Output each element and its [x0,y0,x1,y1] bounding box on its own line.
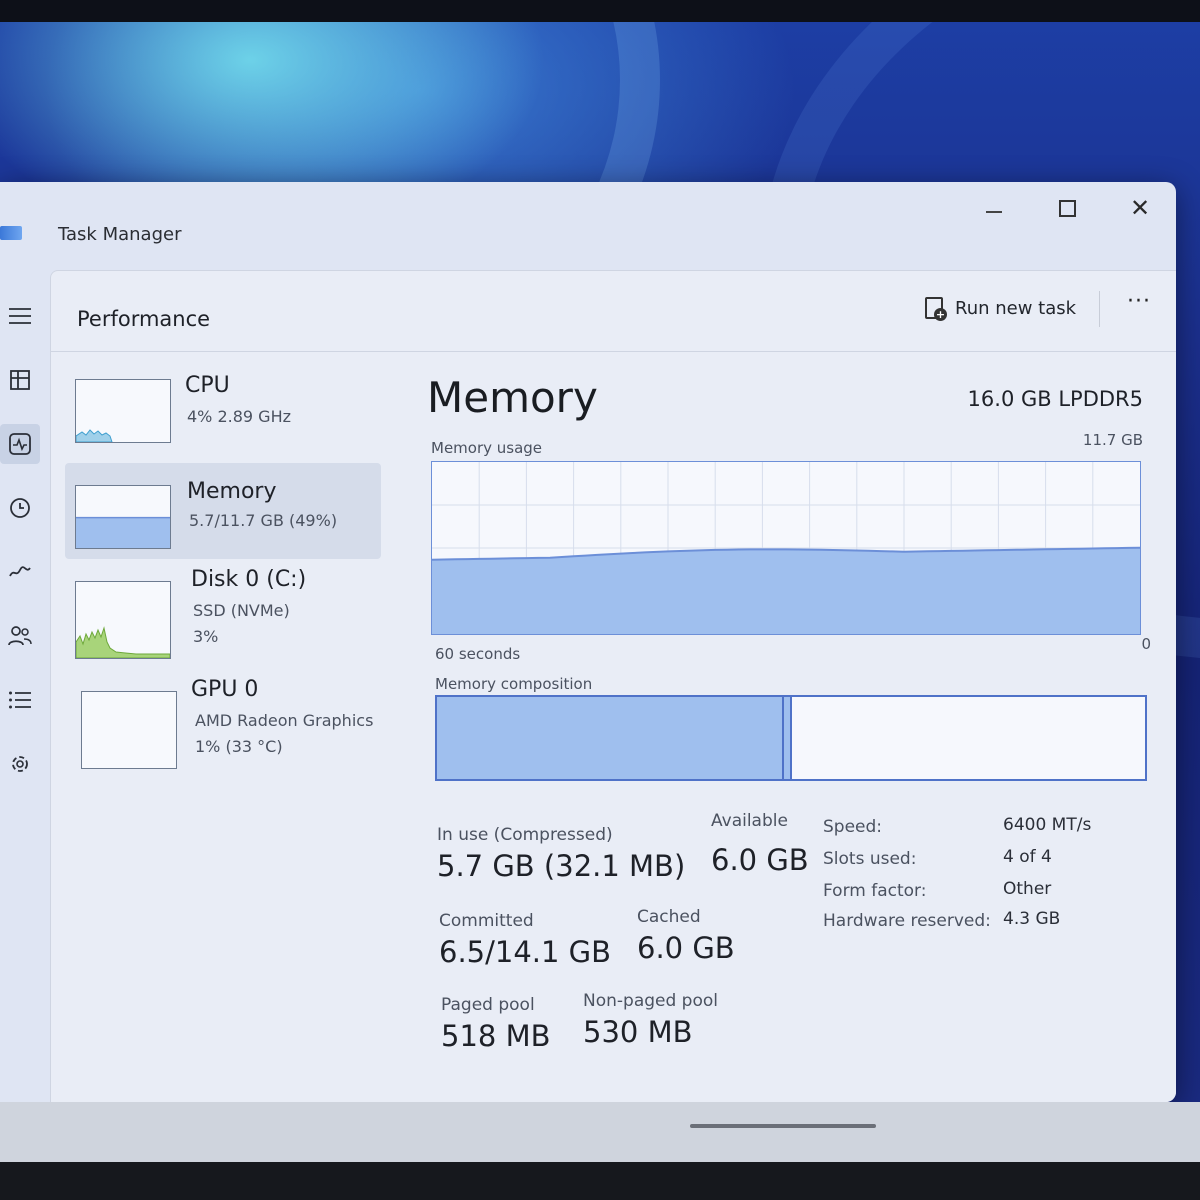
gpu-thumbnail-graph [81,691,177,769]
performance-icon[interactable] [0,424,40,464]
hardware-reserved-value: 4.3 GB [1003,909,1061,929]
run-new-task-button[interactable]: + Run new task [923,291,1076,325]
users-icon[interactable] [0,616,40,656]
task-manager-window: Task Manager ✕ Performance + Run new tas… [0,182,1176,1102]
paged-pool-value: 518 MB [441,1019,551,1053]
screen-bezel-top [0,0,1200,22]
form-factor-value: Other [1003,879,1052,899]
memory-composition-label: Memory composition [435,675,593,693]
available-label: Available [711,811,788,831]
run-new-task-icon: + [923,297,947,321]
startup-apps-icon[interactable] [0,552,40,592]
device-name: Disk 0 (C:) [191,567,307,592]
cpu-thumbnail-graph [75,379,171,443]
slots-used-value: 4 of 4 [1003,847,1052,867]
device-stat: 5.7/11.7 GB (49%) [189,511,338,530]
memory-spec: 16.0 GB LPDDR5 [967,387,1143,411]
committed-label: Committed [439,911,534,931]
task-manager-app-icon [0,226,22,240]
services-icon[interactable] [0,744,40,784]
device-gpu[interactable]: GPU 0 AMD Radeon Graphics 1% (33 °C) [65,677,381,777]
device-stat: 3% [193,627,219,646]
navigation-rail [0,270,50,1102]
app-history-icon[interactable] [0,488,40,528]
speed-label: Speed: [823,817,883,837]
available-value: 6.0 GB [711,843,809,877]
minimize-icon [986,211,1002,213]
device-stat: 4% 2.89 GHz [187,407,292,426]
non-paged-pool-label: Non-paged pool [583,991,718,1011]
memory-usage-max: 11.7 GB [1082,431,1143,449]
device-stat: SSD (NVMe) [193,601,290,620]
slots-used-label: Slots used: [823,849,917,869]
screen-bezel-bottom [0,1162,1200,1200]
maximize-icon [1058,199,1076,217]
time-range-label: 60 seconds [435,645,521,663]
memory-composition-bar [435,695,1147,781]
committed-value: 6.5/14.1 GB [439,935,612,969]
memory-title: Memory [427,373,598,422]
memory-usage-label: Memory usage [431,439,543,457]
paged-pool-label: Paged pool [441,995,535,1015]
form-factor-label: Form factor: [823,881,927,901]
device-name: GPU 0 [191,677,259,702]
header-divider [1099,291,1100,327]
in-use-segment [437,697,784,779]
hamburger-menu-icon[interactable] [0,296,40,336]
in-use-label: In use (Compressed) [437,825,613,845]
cached-value: 6.0 GB [637,931,735,965]
device-name: Memory [187,479,277,504]
non-paged-pool-value: 530 MB [583,1015,693,1049]
speed-value: 6400 MT/s [1003,815,1092,835]
device-stat: AMD Radeon Graphics [195,711,374,730]
run-new-task-label: Run new task [955,297,1077,319]
device-name: CPU [185,373,230,398]
modified-segment [783,697,792,779]
device-memory[interactable]: Memory 5.7/11.7 GB (49%) [65,463,381,559]
page-header: Performance + Run new task ··· [51,271,1176,352]
window-title: Task Manager [58,224,182,245]
device-stat: 1% (33 °C) [195,737,283,756]
details-icon[interactable] [0,680,40,720]
title-bar: Task Manager ✕ [0,182,1176,270]
disk-thumbnail-graph [75,581,171,659]
memory-thumbnail-graph [75,485,171,549]
close-icon: ✕ [1129,194,1151,222]
performance-panel: Performance + Run new task ··· CPU 4% 2.… [50,270,1176,1102]
cached-label: Cached [637,907,701,927]
minimize-button[interactable] [970,188,1018,228]
memory-usage-graph [431,461,1141,635]
in-use-value: 5.7 GB (32.1 MB) [437,849,686,883]
page-title: Performance [77,307,211,331]
more-options-button[interactable]: ··· [1119,289,1159,323]
device-disk[interactable]: Disk 0 (C:) SSD (NVMe) 3% [65,567,381,667]
hardware-reserved-label: Hardware reserved: [823,911,991,931]
device-cpu[interactable]: CPU 4% 2.89 GHz [65,373,381,465]
graph-min-label: 0 [1141,635,1151,653]
processes-icon[interactable] [0,360,40,400]
gesture-handle[interactable] [690,1124,876,1128]
maximize-button[interactable] [1043,188,1091,228]
close-button[interactable]: ✕ [1116,188,1164,228]
taskbar [0,1102,1200,1162]
